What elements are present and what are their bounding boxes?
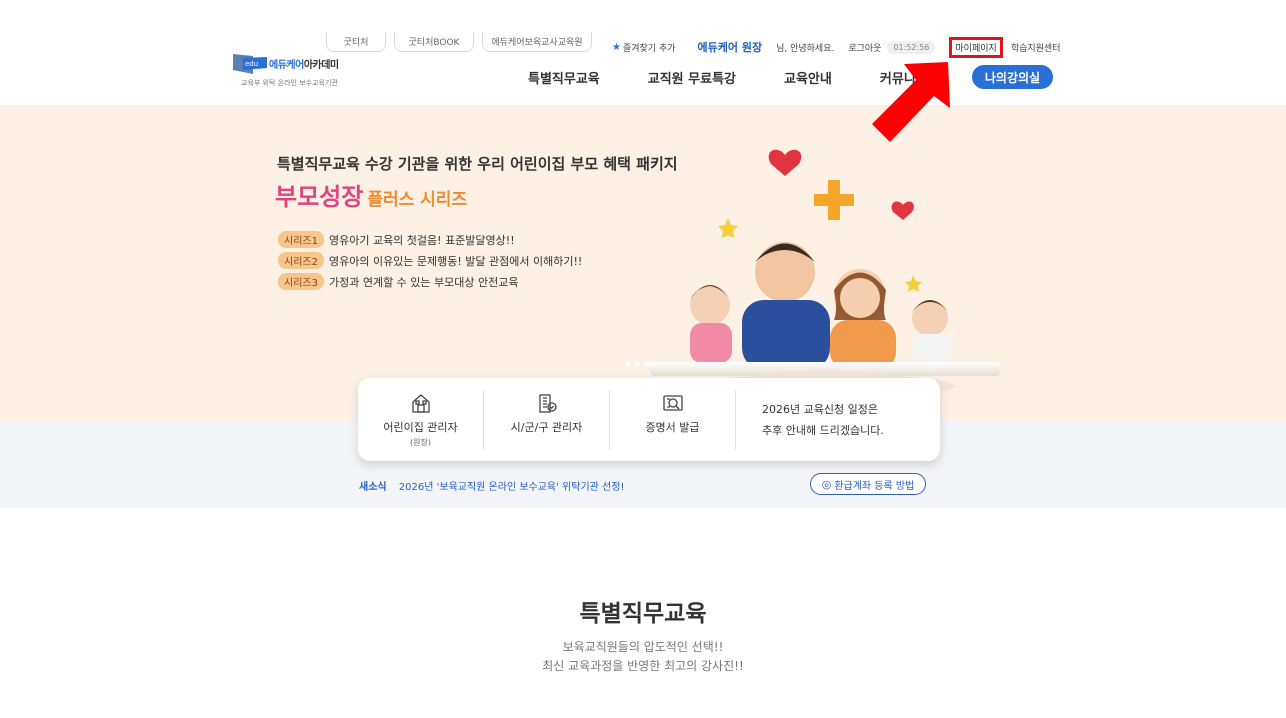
site-logo[interactable]: edu 에듀케어아카데미 교육부 위탁 온라인 보수교육기관 bbox=[231, 50, 361, 90]
site-tab-educare-institute[interactable]: 에듀케어보육교사교육원 bbox=[482, 32, 592, 52]
logout-link[interactable]: 로그아웃 bbox=[848, 41, 881, 54]
series-item: 시리즈2 영유아의 이유있는 문제행동! 발달 관점에서 이해하기!! bbox=[278, 252, 582, 269]
site-header: 굿티처 굿티처BOOK 에듀케어보육교사교육원 edu 에듀케어아카데미 교육부… bbox=[0, 0, 1286, 105]
sparkle-icon bbox=[718, 218, 738, 238]
office-icon bbox=[538, 393, 557, 413]
news-label: 새소식 bbox=[359, 482, 387, 493]
hero-title-main: 부모성장 bbox=[275, 183, 364, 211]
series-tag: 시리즈3 bbox=[278, 273, 324, 290]
site-tab-goodteacher-book[interactable]: 굿티처BOOK bbox=[394, 32, 474, 52]
logo-name: 에듀케어아카데미 bbox=[269, 56, 339, 71]
svg-text:edu: edu bbox=[245, 60, 258, 68]
hero-banner[interactable]: 특별직무교육 수강 기관을 위한 우리 어린이집 부모 혜택 패키지 부모성장 플… bbox=[0, 105, 1286, 420]
section-description: 최신 교육과정을 반영한 최고의 강사진!! bbox=[542, 659, 744, 673]
quick-label: 어린이집 관리자 bbox=[383, 420, 458, 434]
section-description: 보육교직원들의 압도적인 선택!! bbox=[562, 640, 724, 654]
quick-city-admin[interactable]: 시/군/구 관리자 bbox=[484, 389, 610, 450]
logo-name-dark: 아카데미 bbox=[303, 60, 339, 71]
section-title: 특별직무교육 bbox=[579, 601, 707, 627]
utility-bar: ★ 즐겨찾기 추가 에듀케어 원장 님, 안녕하세요. 로그아웃 01:52:5… bbox=[612, 36, 1061, 58]
series-text: 가정과 연계할 수 있는 부모대상 안전교육 bbox=[328, 275, 519, 289]
carousel-dot[interactable] bbox=[626, 362, 631, 367]
carousel-dot[interactable] bbox=[635, 362, 640, 367]
red-arrow-annotation bbox=[872, 62, 950, 142]
refund-label: 환급계좌 등록 방법 bbox=[834, 480, 915, 492]
hero-lead: 특별직무교육 수강 기관을 위한 우리 어린이집 부모 혜택 패키지 bbox=[277, 155, 678, 173]
heart-icon bbox=[891, 201, 914, 220]
schedule-notice: 2026년 교육신청 일정은 추후 안내해 드리겠습니다. bbox=[736, 399, 884, 441]
target-icon: ◎ bbox=[821, 477, 832, 491]
series-tag: 시리즈2 bbox=[278, 252, 324, 269]
session-timer: 01:52:56 bbox=[887, 40, 936, 54]
series-item: 시리즈1 영유아기 교육의 첫걸음! 표준발달영상!! bbox=[278, 231, 515, 248]
plus-icon bbox=[814, 180, 854, 220]
family-site-tabs: 굿티처 굿티처BOOK 에듀케어보육교사교육원 bbox=[326, 32, 600, 52]
hero-title: 부모성장 플러스 시리즈 bbox=[275, 177, 467, 212]
book-logo-icon: edu bbox=[233, 54, 267, 74]
quick-label: 시/군/구 관리자 bbox=[510, 420, 583, 434]
logo-subtitle: 교육부 위탁 온라인 보수교육기관 bbox=[241, 79, 338, 87]
schedule-notice-line: 2026년 교육신청 일정은 bbox=[762, 402, 878, 416]
quick-label: 증명서 발급 bbox=[645, 420, 700, 434]
quick-menu: 어린이집 관리자 (원장) 시/군/구 관리자 증명서 발급 2026년 교육신… bbox=[358, 378, 940, 461]
quick-certificate[interactable]: 증명서 발급 bbox=[610, 389, 736, 450]
nav-education-info[interactable]: 교육안내 bbox=[784, 68, 832, 87]
user-name: 에듀케어 원장 bbox=[697, 41, 763, 54]
refund-account-button[interactable]: ◎ 환급계좌 등록 방법 bbox=[810, 473, 926, 495]
my-course-button[interactable]: 나의강의실 bbox=[972, 65, 1053, 89]
help-center-link[interactable]: 학습지원센터 bbox=[1011, 41, 1061, 54]
nav-free-lectures[interactable]: 교직원 무료특강 bbox=[648, 68, 736, 87]
sparkle-icon bbox=[905, 275, 922, 292]
favorite-link[interactable]: 즐겨찾기 추가 bbox=[623, 41, 676, 54]
star-icon: ★ bbox=[612, 41, 621, 53]
series-text: 영유아의 이유있는 문제행동! 발달 관점에서 이해하기!! bbox=[328, 254, 583, 268]
hero-title-plus: 플러스 시리즈 bbox=[367, 190, 468, 210]
schedule-notice-line: 추후 안내해 드리겠습니다. bbox=[762, 423, 884, 437]
carousel-dot-active[interactable] bbox=[644, 362, 654, 367]
certificate-icon bbox=[662, 394, 683, 411]
news-ticker[interactable]: 새소식 2026년 '보육교직원 온라인 보수교육' 위탁기관 선정! bbox=[359, 478, 624, 493]
site-tab-goodteacher[interactable]: 굿티처 bbox=[326, 32, 386, 52]
series-item: 시리즈3 가정과 연계할 수 있는 부모대상 안전교육 bbox=[278, 273, 519, 290]
greeting-text: 님, 안녕하세요. bbox=[776, 43, 835, 54]
news-text[interactable]: 2026년 '보육교직원 온라인 보수교육' 위탁기관 선정! bbox=[399, 482, 625, 493]
logo-name-blue: 에듀케어 bbox=[269, 60, 304, 71]
quick-sublabel: (원장) bbox=[410, 437, 431, 447]
quick-daycare-admin[interactable]: 어린이집 관리자 (원장) bbox=[358, 389, 484, 450]
series-tag: 시리즈1 bbox=[278, 231, 324, 248]
heart-icon bbox=[768, 149, 802, 176]
series-text: 영유아기 교육의 첫걸음! 표준발달영상!! bbox=[328, 233, 515, 247]
nav-special-training[interactable]: 특별직무교육 bbox=[528, 68, 600, 87]
building-icon bbox=[411, 393, 430, 413]
carousel-dots bbox=[626, 362, 654, 367]
mypage-link[interactable]: 마이페이지 bbox=[949, 36, 1003, 58]
